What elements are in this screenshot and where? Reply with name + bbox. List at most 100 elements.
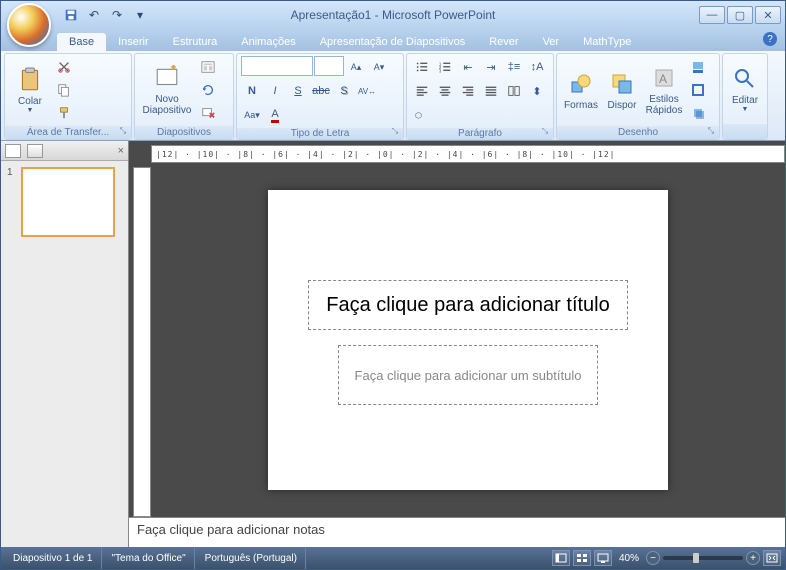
thumbnail-number: 1 bbox=[7, 167, 17, 237]
zoom-slider-thumb[interactable] bbox=[693, 553, 699, 563]
tab-base[interactable]: Base bbox=[57, 33, 106, 51]
maximize-button[interactable]: ▢ bbox=[727, 6, 753, 24]
save-button[interactable] bbox=[61, 5, 81, 25]
quick-access-toolbar: ↶ ↷ ▾ bbox=[61, 5, 150, 25]
zoom-in-button[interactable]: + bbox=[746, 551, 760, 565]
increase-indent-button[interactable]: ⇥ bbox=[480, 56, 502, 78]
italic-button[interactable]: I bbox=[264, 80, 286, 102]
font-name-combo[interactable] bbox=[241, 56, 313, 76]
normal-view-button[interactable] bbox=[552, 550, 570, 566]
title-placeholder[interactable]: Faça clique para adicionar título bbox=[308, 280, 628, 330]
align-right-button[interactable] bbox=[457, 80, 479, 102]
window-controls: — ▢ ✕ bbox=[699, 6, 781, 24]
shape-outline-button[interactable] bbox=[687, 79, 709, 101]
panel-close-icon[interactable]: × bbox=[118, 145, 124, 157]
char-spacing-button[interactable]: AV↔ bbox=[356, 80, 378, 102]
tab-mathtype[interactable]: MathType bbox=[571, 33, 643, 51]
paste-button[interactable]: Colar ▼ bbox=[9, 57, 51, 123]
app-window: ↶ ↷ ▾ Apresentação1 - Microsoft PowerPoi… bbox=[0, 0, 786, 570]
slideshow-view-button[interactable] bbox=[594, 550, 612, 566]
cut-button[interactable] bbox=[53, 56, 75, 78]
subtitle-placeholder[interactable]: Faça clique para adicionar um subtítulo bbox=[338, 345, 598, 405]
sorter-view-button[interactable] bbox=[573, 550, 591, 566]
align-center-button[interactable] bbox=[434, 80, 456, 102]
tab-animacoes[interactable]: Animações bbox=[229, 33, 307, 51]
font-color-button[interactable]: A bbox=[264, 104, 286, 126]
edit-label: Editar bbox=[732, 95, 758, 106]
outline-tab[interactable] bbox=[27, 144, 43, 158]
shapes-icon bbox=[567, 70, 595, 98]
numbering-button[interactable]: 123 bbox=[434, 56, 456, 78]
shape-effects-button[interactable] bbox=[687, 102, 709, 124]
underline-button[interactable]: S bbox=[287, 80, 309, 102]
undo-button[interactable]: ↶ bbox=[84, 5, 104, 25]
styles-icon: A bbox=[650, 64, 678, 92]
text-direction-button[interactable]: ↕A bbox=[526, 56, 548, 78]
drawing-launcher[interactable]: ⤡ bbox=[705, 126, 717, 138]
layout-button[interactable] bbox=[197, 56, 219, 78]
notes-pane[interactable]: Faça clique para adicionar notas bbox=[129, 517, 785, 547]
status-slide-number: Diapositivo 1 de 1 bbox=[5, 547, 102, 569]
tab-apresentacao[interactable]: Apresentação de Diapositivos bbox=[308, 33, 478, 51]
shrink-font-button[interactable]: A▾ bbox=[368, 56, 390, 78]
copy-button[interactable] bbox=[53, 79, 75, 101]
reset-button[interactable] bbox=[197, 79, 219, 101]
vertical-ruler bbox=[133, 167, 151, 517]
bold-button[interactable]: N bbox=[241, 80, 263, 102]
change-case-button[interactable]: Aa▾ bbox=[241, 104, 263, 126]
new-slide-button[interactable]: Novo Diapositivo bbox=[139, 57, 195, 123]
fit-window-button[interactable] bbox=[763, 550, 781, 566]
svg-text:A: A bbox=[659, 72, 667, 86]
status-language[interactable]: Português (Portugal) bbox=[197, 547, 306, 569]
decrease-indent-button[interactable]: ⇤ bbox=[457, 56, 479, 78]
svg-text:3: 3 bbox=[439, 68, 442, 73]
zoom-level[interactable]: 40% bbox=[615, 553, 643, 564]
shape-fill-button[interactable] bbox=[687, 56, 709, 78]
qat-customize-button[interactable]: ▾ bbox=[130, 5, 150, 25]
slide-panel-tabs: × bbox=[1, 141, 128, 161]
smartart-button[interactable]: ⬡ bbox=[411, 104, 426, 126]
align-left-button[interactable] bbox=[411, 80, 433, 102]
font-launcher[interactable]: ⤡ bbox=[389, 128, 401, 138]
new-slide-label: Novo Diapositivo bbox=[143, 94, 192, 116]
redo-button[interactable]: ↷ bbox=[107, 5, 127, 25]
quick-styles-button[interactable]: A Estilos Rápidos bbox=[643, 57, 685, 123]
line-spacing-button[interactable]: ‡≡ bbox=[503, 56, 525, 78]
ribbon-tabs: Base Inserir Estrutura Animações Apresen… bbox=[1, 29, 785, 51]
titlebar: ↶ ↷ ▾ Apresentação1 - Microsoft PowerPoi… bbox=[1, 1, 785, 29]
zoom-slider[interactable] bbox=[663, 556, 743, 560]
arrange-button[interactable]: Dispor bbox=[603, 57, 641, 123]
close-button[interactable]: ✕ bbox=[755, 6, 781, 24]
help-icon[interactable]: ? bbox=[763, 32, 777, 46]
slides-tab[interactable] bbox=[5, 144, 21, 158]
shapes-label: Formas bbox=[564, 100, 598, 111]
tab-estrutura[interactable]: Estrutura bbox=[161, 33, 230, 51]
tab-inserir[interactable]: Inserir bbox=[106, 33, 161, 51]
bullets-button[interactable] bbox=[411, 56, 433, 78]
slide-canvas[interactable]: Faça clique para adicionar título Faça c… bbox=[151, 163, 785, 517]
format-painter-button[interactable] bbox=[53, 102, 75, 124]
tab-ver[interactable]: Ver bbox=[531, 33, 572, 51]
window-title: Apresentação1 - Microsoft PowerPoint bbox=[291, 8, 496, 22]
shapes-button[interactable]: Formas bbox=[561, 57, 601, 123]
clipboard-launcher[interactable]: ⤡ bbox=[117, 126, 129, 138]
styles-label: Estilos Rápidos bbox=[646, 94, 683, 116]
office-button[interactable] bbox=[7, 3, 51, 47]
font-size-combo[interactable] bbox=[314, 56, 344, 76]
zoom-out-button[interactable]: − bbox=[646, 551, 660, 565]
grow-font-button[interactable]: A▴ bbox=[345, 56, 367, 78]
paragraph-launcher[interactable]: ⤡ bbox=[539, 128, 551, 138]
tab-rever[interactable]: Rever bbox=[477, 33, 530, 51]
edit-button[interactable]: Editar ▼ bbox=[727, 56, 763, 122]
thumbnail-1[interactable] bbox=[21, 167, 115, 237]
arrange-label: Dispor bbox=[608, 100, 637, 111]
justify-button[interactable] bbox=[480, 80, 502, 102]
shadow-button[interactable]: S bbox=[333, 80, 355, 102]
workspace: × 1 |12| · |10| · |8| · |6| · |4| · |2| … bbox=[1, 141, 785, 547]
align-text-button[interactable]: ⬍ bbox=[526, 80, 548, 102]
delete-slide-button[interactable] bbox=[197, 102, 219, 124]
minimize-button[interactable]: — bbox=[699, 6, 725, 24]
clipboard-icon bbox=[16, 66, 44, 94]
columns-button[interactable] bbox=[503, 80, 525, 102]
strike-button[interactable]: abc bbox=[310, 80, 332, 102]
